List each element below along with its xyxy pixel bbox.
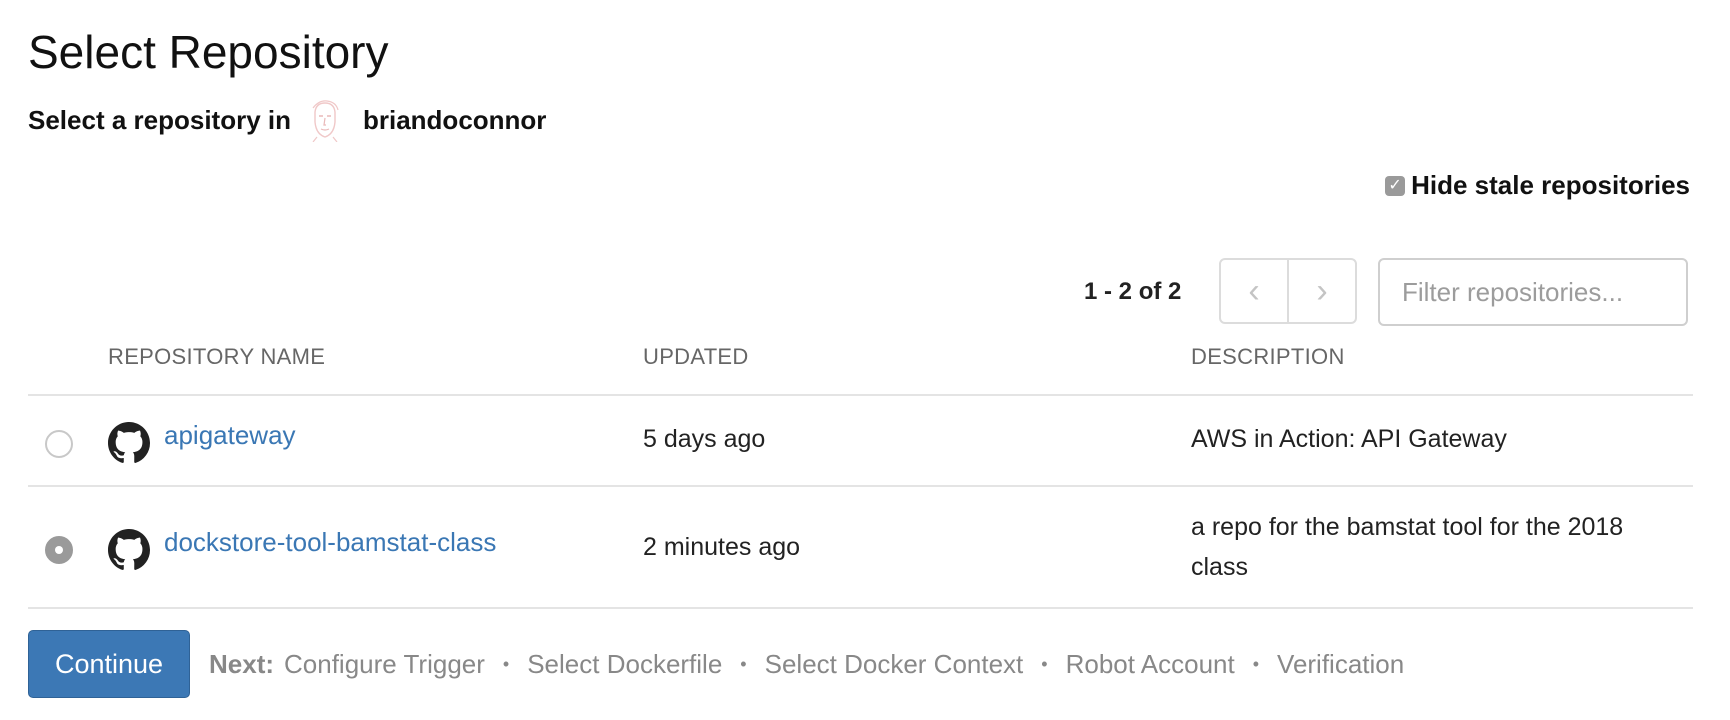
hide-stale-toggle[interactable]: ✓ Hide stale repositories <box>1385 170 1690 201</box>
repo-select-radio[interactable] <box>45 536 73 564</box>
pagination-controls: ‹ › <box>1219 258 1357 324</box>
step-verification: Verification <box>1277 649 1405 679</box>
step-separator: • <box>1252 654 1260 674</box>
prev-page-button[interactable]: ‹ <box>1221 260 1287 322</box>
repo-select-radio[interactable] <box>45 430 73 458</box>
table-row: dockstore-tool-bamstat-class 2 minutes a… <box>28 487 1693 609</box>
chevron-right-icon: › <box>1316 271 1328 310</box>
repo-updated: 5 days ago <box>643 425 766 453</box>
step-separator: • <box>740 654 747 674</box>
repo-name-link[interactable]: dockstore-tool-bamstat-class <box>164 527 496 558</box>
repo-updated: 2 minutes ago <box>643 533 801 561</box>
step-configure-trigger: Configure Trigger <box>284 649 485 679</box>
step-separator: • <box>502 654 510 674</box>
next-label: Next: <box>209 649 275 679</box>
filter-repositories-input[interactable] <box>1378 258 1688 326</box>
next-steps: Next: Configure Trigger • Select Dockerf… <box>209 649 1404 680</box>
repo-description: a repo for the bamstat tool for the 2018… <box>1191 513 1624 581</box>
step-robot-account: Robot Account <box>1065 649 1235 679</box>
github-icon <box>108 529 150 570</box>
column-header-repository-name[interactable]: REPOSITORY NAME <box>108 344 325 370</box>
page-title: Select Repository <box>28 26 389 78</box>
table-header: REPOSITORY NAME UPDATED DESCRIPTION <box>28 340 1693 396</box>
next-page-button[interactable]: › <box>1287 260 1355 322</box>
avatar <box>305 98 345 143</box>
continue-button[interactable]: Continue <box>28 630 190 698</box>
namespace-name: briandoconnor <box>362 104 547 135</box>
namespace-prefix: Select a repository in <box>28 104 291 135</box>
step-separator: • <box>1041 654 1048 674</box>
namespace-heading: Select a repository in briandoconnor <box>28 98 547 143</box>
github-icon <box>108 422 150 463</box>
hide-stale-checkbox[interactable]: ✓ <box>1385 175 1406 196</box>
chevron-left-icon: ‹ <box>1248 271 1260 310</box>
pagination-count: 1 - 2 of 2 <box>1084 278 1182 305</box>
hide-stale-label: Hide stale repositories <box>1411 170 1690 200</box>
column-header-description: DESCRIPTION <box>1191 344 1345 369</box>
step-select-docker-context: Select Docker Context <box>764 649 1024 679</box>
column-header-updated[interactable]: UPDATED <box>643 344 749 370</box>
repo-description: AWS in Action: API Gateway <box>1191 425 1507 453</box>
step-select-dockerfile: Select Dockerfile <box>527 649 723 679</box>
table-row: apigateway 5 days ago AWS in Action: API… <box>28 396 1693 487</box>
repo-name-link[interactable]: apigateway <box>164 420 296 451</box>
